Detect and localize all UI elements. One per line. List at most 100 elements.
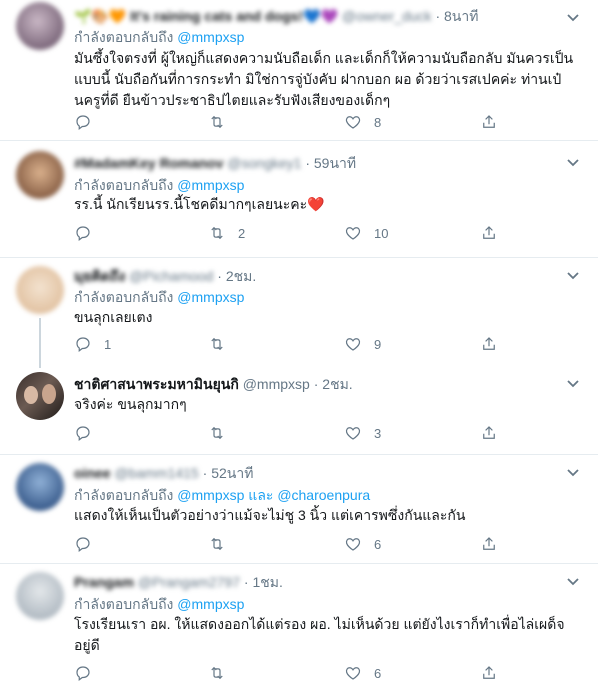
retweet-button[interactable] bbox=[208, 532, 238, 556]
retweet-button[interactable] bbox=[208, 421, 238, 445]
retweet-icon bbox=[211, 337, 223, 351]
heart-icon bbox=[345, 667, 361, 680]
avatar[interactable] bbox=[16, 463, 64, 511]
reply-icon bbox=[76, 666, 90, 681]
like-button[interactable]: 8 bbox=[344, 110, 381, 134]
heart-icon bbox=[345, 227, 361, 240]
share-icon bbox=[483, 115, 495, 128]
mention-link[interactable]: @charoenpura bbox=[277, 487, 370, 503]
like-button[interactable]: 6 bbox=[344, 532, 381, 556]
like-button[interactable]: 6 bbox=[344, 661, 381, 685]
reply-button[interactable] bbox=[74, 110, 104, 134]
handle[interactable]: @Prangam2797 bbox=[138, 574, 240, 590]
share-icon bbox=[483, 337, 495, 350]
replying-to: กำลังตอบกลับถึง @mmpxsp และ @charoenpura bbox=[74, 487, 371, 503]
share-button[interactable] bbox=[480, 661, 498, 685]
chevron-down-icon[interactable] bbox=[566, 10, 580, 24]
mention-link[interactable]: @mmpxsp bbox=[177, 487, 244, 503]
tweet[interactable]: 🌱🎨🧡 It's raining cats and dogs!💙💜 @owner… bbox=[0, 0, 598, 141]
share-button[interactable] bbox=[480, 421, 498, 445]
tweet[interactable]: Prangam @Prangam2797 · 1ชม. กำลังตอบกลับ… bbox=[0, 564, 598, 688]
mention-link[interactable]: @mmpxsp bbox=[177, 289, 244, 305]
share-button[interactable] bbox=[480, 110, 498, 134]
tweet[interactable]: oinee @bamm1415 · 52นาที กำลังตอบกลับถึง… bbox=[0, 455, 598, 564]
retweet-button[interactable]: 2 bbox=[208, 221, 245, 245]
tweet-text: แสดงให้เห็นเป็นตัวอย่างว่าแม้จะไม่ชู 3 น… bbox=[74, 507, 466, 523]
mention-link[interactable]: @mmpxsp bbox=[177, 596, 244, 612]
share-icon bbox=[483, 226, 495, 239]
replying-to: กำลังตอบกลับถึง @mmpxsp bbox=[74, 596, 245, 612]
reply-icon bbox=[76, 115, 90, 130]
handle[interactable]: @bamm1415 bbox=[114, 465, 198, 481]
like-button[interactable]: 3 bbox=[344, 421, 381, 445]
heart-icon bbox=[345, 338, 361, 351]
share-button[interactable] bbox=[480, 332, 498, 356]
tweet[interactable]: ชาติศาสนาพระมหามินยุนกิ @mmpxsp · 2ชม. จ… bbox=[0, 366, 598, 455]
tweet-actions: 6 bbox=[74, 532, 504, 556]
reply-icon bbox=[76, 426, 90, 441]
reply-button[interactable] bbox=[74, 661, 104, 685]
retweet-icon bbox=[211, 666, 223, 680]
timestamp[interactable]: 52นาที bbox=[211, 465, 253, 481]
display-name[interactable]: oinee bbox=[74, 465, 111, 481]
thread-connector bbox=[39, 318, 41, 368]
display-name[interactable]: Prangam bbox=[74, 574, 134, 590]
timestamp[interactable]: 2ชม. bbox=[322, 376, 352, 392]
tweet-text: รร.นี้ นักเรียนรร.นี้โชคดีมากๆเลยนะคะ❤️ bbox=[74, 196, 325, 212]
display-name[interactable]: 🌱🎨🧡 It's raining cats and dogs!💙💜 bbox=[74, 8, 338, 24]
mention-link[interactable]: @mmpxsp bbox=[177, 177, 244, 193]
timestamp[interactable]: 1ชม. bbox=[252, 574, 282, 590]
timestamp[interactable]: 59นาที bbox=[314, 155, 356, 171]
share-icon bbox=[483, 666, 495, 679]
retweet-button[interactable] bbox=[208, 110, 238, 134]
retweet-icon bbox=[211, 115, 223, 129]
reply-button[interactable] bbox=[74, 532, 104, 556]
retweet-icon bbox=[211, 426, 223, 440]
retweet-button[interactable] bbox=[208, 661, 238, 685]
like-button[interactable]: 9 bbox=[344, 332, 381, 356]
retweet-icon bbox=[211, 226, 223, 240]
retweet-button[interactable] bbox=[208, 332, 238, 356]
chevron-down-icon[interactable] bbox=[566, 155, 580, 169]
reply-icon bbox=[76, 337, 90, 352]
display-name[interactable]: #MadamKey Romanov bbox=[74, 155, 223, 171]
handle[interactable]: @mmpxsp bbox=[243, 376, 310, 392]
reply-button[interactable]: 1 bbox=[74, 332, 111, 356]
reply-button[interactable] bbox=[74, 221, 104, 245]
avatar[interactable] bbox=[16, 2, 64, 50]
heart-icon bbox=[345, 427, 361, 440]
tweet-text: โรงเรียนเรา อผ. ให้แสดงออกได้แต่รอง ผอ. … bbox=[74, 616, 565, 653]
mention-link[interactable]: @mmpxsp bbox=[177, 29, 244, 45]
heart-icon bbox=[345, 116, 361, 129]
chevron-down-icon[interactable] bbox=[566, 268, 580, 282]
timestamp[interactable]: 8นาที bbox=[444, 8, 478, 24]
share-icon bbox=[483, 537, 495, 550]
like-button[interactable]: 10 bbox=[344, 221, 388, 245]
reply-icon bbox=[76, 537, 90, 552]
chevron-down-icon[interactable] bbox=[566, 574, 580, 588]
chevron-down-icon[interactable] bbox=[566, 376, 580, 390]
display-name[interactable]: มุยคิดถึง bbox=[74, 268, 125, 284]
replying-to: กำลังตอบกลับถึง @mmpxsp bbox=[74, 29, 245, 45]
reply-icon bbox=[76, 226, 90, 241]
tweet[interactable]: มุยคิดถึง @Pichamood · 2ชม. กำลังตอบกลับ… bbox=[0, 258, 598, 368]
reply-button[interactable] bbox=[74, 421, 104, 445]
avatar[interactable] bbox=[16, 372, 64, 420]
chevron-down-icon[interactable] bbox=[566, 465, 580, 479]
share-button[interactable] bbox=[480, 532, 498, 556]
timestamp[interactable]: 2ชม. bbox=[226, 268, 256, 284]
tweet-actions: 8 bbox=[74, 110, 504, 134]
handle[interactable]: @songkey1 bbox=[227, 155, 301, 171]
avatar[interactable] bbox=[16, 151, 64, 199]
display-name[interactable]: ชาติศาสนาพระมหามินยุนกิ bbox=[74, 376, 239, 392]
avatar[interactable] bbox=[16, 572, 64, 620]
tweet-text: มันซึ้งใจตรงที่ ผู้ใหญ่ก็แสดงความนับถือเ… bbox=[74, 50, 574, 108]
tweet[interactable]: #MadamKey Romanov @songkey1 · 59นาที กำล… bbox=[0, 141, 598, 258]
avatar[interactable] bbox=[16, 266, 64, 314]
handle[interactable]: @owner_duck bbox=[342, 8, 432, 24]
share-button[interactable] bbox=[480, 221, 498, 245]
handle[interactable]: @Pichamood bbox=[129, 268, 213, 284]
tweet-actions: 1 9 bbox=[74, 332, 504, 356]
share-icon bbox=[483, 426, 495, 439]
tweet-actions: 6 bbox=[74, 661, 504, 685]
